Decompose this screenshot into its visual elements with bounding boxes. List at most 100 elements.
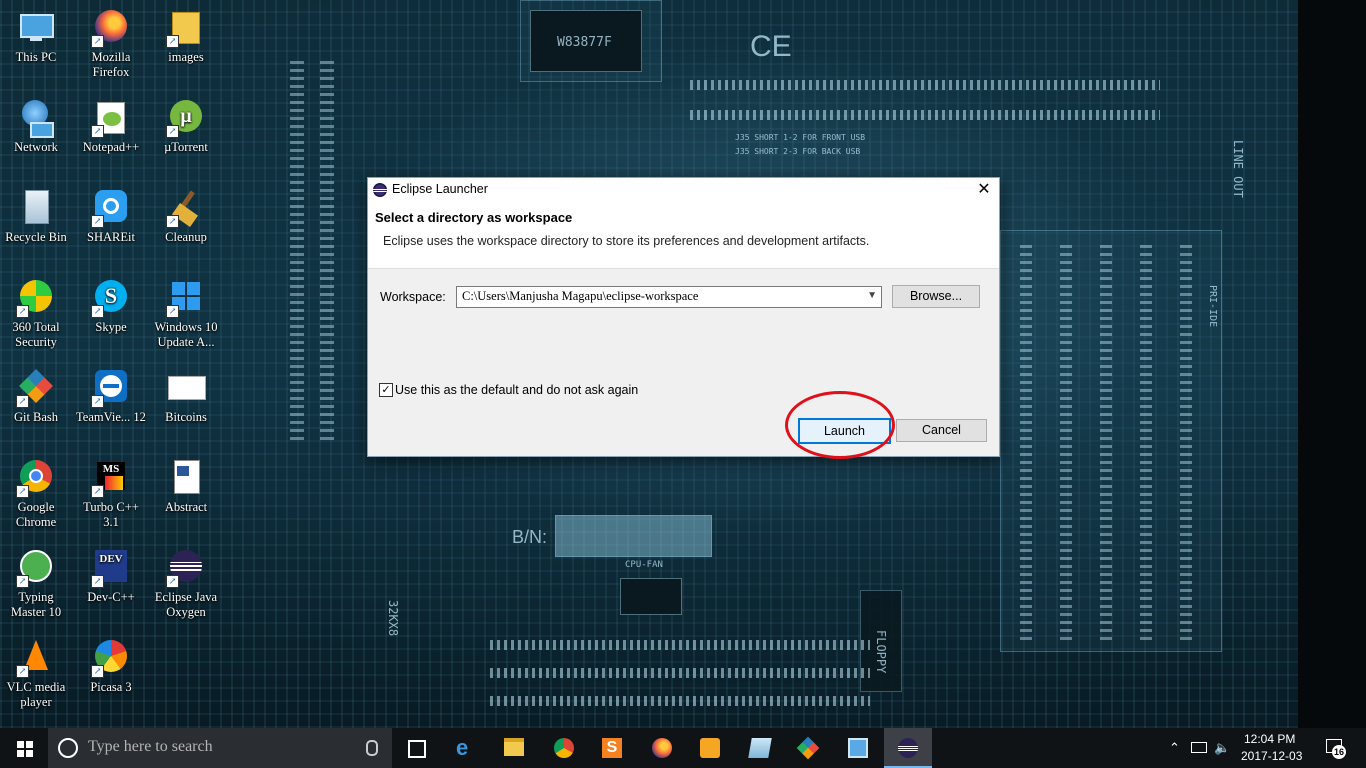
desktop-icon-360-security[interactable]: ↗ 360 Total Security xyxy=(0,278,72,350)
desktop-icon-recycle-bin[interactable]: Recycle Bin xyxy=(0,188,72,245)
search-box[interactable]: Type here to search xyxy=(48,728,392,768)
dialog-heading: Select a directory as workspace xyxy=(375,210,573,225)
desktop-icon-this-pc[interactable]: This PC xyxy=(0,8,72,65)
taskbar-media-player[interactable] xyxy=(686,728,734,768)
wallpaper-pins xyxy=(690,110,1160,120)
taskbar-firefox[interactable] xyxy=(638,728,686,768)
microphone-icon[interactable] xyxy=(366,740,378,756)
workspace-label: Workspace: xyxy=(380,290,446,304)
taskbar-file-explorer[interactable] xyxy=(490,728,538,768)
desktop-icon-turbo-cpp[interactable]: MS ↗ Turbo C++ 3.1 xyxy=(75,458,147,530)
desktop-icon-shareit[interactable]: ↗ SHAREit xyxy=(75,188,147,245)
desktop-icon-firefox[interactable]: ↗ Mozilla Firefox xyxy=(75,8,147,80)
default-workspace-checkbox[interactable]: ✓ xyxy=(379,383,393,397)
desktop-icon-dev-cpp[interactable]: DEV ↗ Dev-C++ xyxy=(75,548,147,605)
taskbar: Type here to search e S ⌃ 🔈 12:04 PM 201… xyxy=(0,728,1366,768)
workspace-path-value[interactable]: C:\Users\Manjusha Magapu\eclipse-workspa… xyxy=(462,289,698,304)
desktop-icon-label: VLC media player xyxy=(6,680,66,709)
desktop-icon-picasa[interactable]: ↗ Picasa 3 xyxy=(75,638,147,695)
desktop-icon-label: Google Chrome xyxy=(15,500,57,529)
desktop-icon-skype[interactable]: S ↗ Skype xyxy=(75,278,147,335)
desktop-icon-cleanup[interactable]: ↗ Cleanup xyxy=(150,188,222,245)
eclipse-launcher-dialog: Eclipse Launcher ✕ Select a directory as… xyxy=(367,177,1000,457)
cleanup-icon: ↗ xyxy=(166,188,206,228)
eclipse-icon xyxy=(898,738,918,758)
file-explorer-icon xyxy=(504,738,524,756)
desktop-icon-abstract[interactable]: Abstract xyxy=(150,458,222,515)
taskbar-sublime[interactable]: S xyxy=(588,728,636,768)
taskbar-control-panel[interactable] xyxy=(834,728,882,768)
wallpaper-pins xyxy=(1180,240,1192,640)
desktop-icon-label: SHAREit xyxy=(87,230,135,244)
edge-icon: e xyxy=(456,735,469,760)
notepadpp-icon: ↗ xyxy=(91,98,131,138)
desktop-icon-utorrent[interactable]: µ ↗ µTorrent xyxy=(150,98,222,155)
chevron-down-icon[interactable]: ▼ xyxy=(867,290,877,301)
wallpaper-pins xyxy=(320,60,334,440)
desktop-icon-images[interactable]: ↗ images xyxy=(150,8,222,65)
desktop-icon-git-bash[interactable]: ↗ Git Bash xyxy=(0,368,72,425)
dev-cpp-icon: DEV ↗ xyxy=(91,548,131,588)
clock-time[interactable]: 12:04 PM xyxy=(1244,732,1295,746)
utorrent-icon: µ ↗ xyxy=(166,98,206,138)
control-panel-icon xyxy=(848,738,868,758)
action-center-button[interactable]: 16 xyxy=(1326,739,1346,759)
desktop-icon-label: Typing Master 10 xyxy=(10,590,62,619)
desktop-icon-label: µTorrent xyxy=(164,140,208,154)
desktop-icon-label: Skype xyxy=(95,320,127,334)
workspace-combobox[interactable]: C:\Users\Manjusha Magapu\eclipse-workspa… xyxy=(456,286,882,308)
desktop-icon-chrome[interactable]: ↗ Google Chrome xyxy=(0,458,72,530)
dialog-description: Eclipse uses the workspace directory to … xyxy=(383,234,870,248)
wallpaper-text: B/N: xyxy=(512,527,548,547)
this-pc-icon xyxy=(16,8,56,48)
wallpaper-pins xyxy=(1020,240,1032,640)
desktop-icon-label: Windows 10 Update A... xyxy=(154,320,218,349)
default-workspace-label[interactable]: Use this as the default and do not ask a… xyxy=(395,383,638,397)
desktop-icon-teamviewer[interactable]: ↗ TeamVie... 12 xyxy=(75,368,147,425)
desktop-icon-label: Mozilla Firefox xyxy=(91,50,131,79)
volume-icon[interactable]: 🔈 xyxy=(1214,740,1230,756)
taskbar-edge[interactable]: e xyxy=(442,728,490,768)
wallpaper-text: J35 SHORT 1-2 FOR FRONT USB xyxy=(735,133,866,142)
dialog-header: Select a directory as workspace Eclipse … xyxy=(368,202,999,269)
wallpaper-pins xyxy=(1140,240,1152,640)
wallpaper-text: FLOPPY xyxy=(874,630,888,674)
dialog-titlebar[interactable]: Eclipse Launcher ✕ xyxy=(368,178,999,202)
desktop-icon-typing-master[interactable]: ↗ Typing Master 10 xyxy=(0,548,72,620)
chrome-icon xyxy=(554,738,574,758)
launch-button[interactable]: Launch xyxy=(798,418,891,444)
windows-logo-icon xyxy=(17,741,33,757)
taskbar-git[interactable] xyxy=(784,728,832,768)
search-placeholder[interactable]: Type here to search xyxy=(88,738,213,756)
battery-icon[interactable] xyxy=(1191,742,1207,753)
chevron-up-icon[interactable]: ⌃ xyxy=(1169,740,1180,756)
360-security-icon: ↗ xyxy=(16,278,56,318)
browse-button[interactable]: Browse... xyxy=(892,285,980,308)
notepad-icon xyxy=(748,738,772,758)
skype-icon: S ↗ xyxy=(91,278,131,318)
cortana-icon xyxy=(58,738,78,758)
desktop-icon-label: Turbo C++ 3.1 xyxy=(83,500,139,529)
desktop-icon-eclipse[interactable]: ↗ Eclipse Java Oxygen xyxy=(150,548,222,620)
task-view-button[interactable] xyxy=(392,728,440,768)
desktop-icon-vlc[interactable]: ↗ VLC media player xyxy=(0,638,72,710)
desktop-icon-windows-update[interactable]: ↗ Windows 10 Update A... xyxy=(150,278,222,350)
close-button[interactable]: ✕ xyxy=(969,178,999,202)
desktop-icon-notepadpp[interactable]: ↗ Notepad++ xyxy=(75,98,147,155)
desktop-icon-label: TeamVie... 12 xyxy=(76,410,146,424)
notification-count: 16 xyxy=(1332,745,1346,759)
start-button[interactable] xyxy=(0,728,48,768)
taskbar-eclipse[interactable] xyxy=(884,728,932,768)
desktop-icon-label: Dev-C++ xyxy=(87,590,135,604)
desktop-icon-network[interactable]: Network xyxy=(0,98,72,155)
wallpaper-pins xyxy=(690,80,1160,90)
desktop-icon-label: Recycle Bin xyxy=(5,230,67,244)
wallpaper-text: J35 SHORT 2-3 FOR BACK USB xyxy=(735,147,861,156)
clock-date[interactable]: 2017-12-03 xyxy=(1241,749,1302,763)
cancel-button[interactable]: Cancel xyxy=(896,419,987,442)
taskbar-chrome[interactable] xyxy=(540,728,588,768)
taskbar-notepad[interactable] xyxy=(736,728,784,768)
wallpaper-label xyxy=(555,515,712,557)
desktop-icon-bitcoins[interactable]: Bitcoins xyxy=(150,368,222,425)
desktop-icon-label: Cleanup xyxy=(165,230,207,244)
